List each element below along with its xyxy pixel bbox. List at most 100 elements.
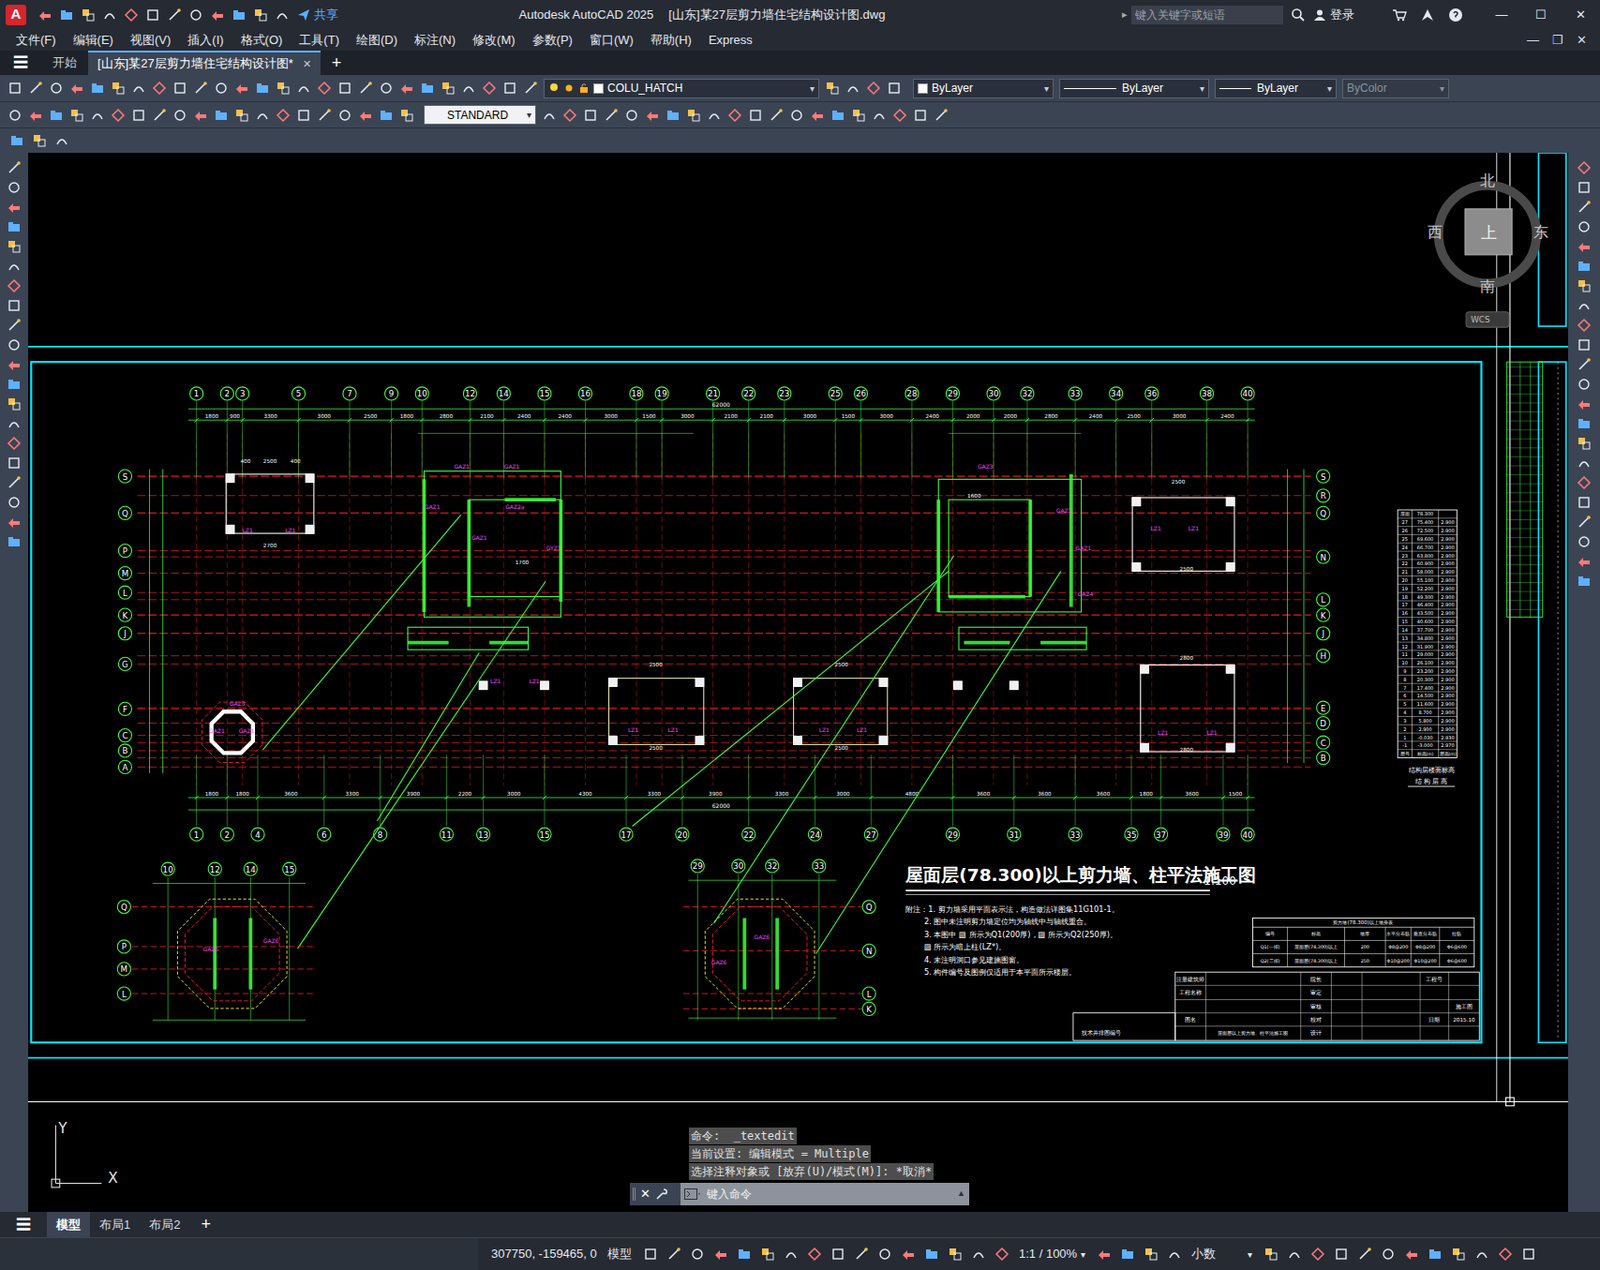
tool-icon[interactable] <box>131 107 147 123</box>
tool-icon[interactable] <box>337 107 353 123</box>
tool-icon[interactable] <box>69 107 85 123</box>
tool-icon[interactable] <box>1576 416 1592 432</box>
menu-item[interactable]: 插入(I) <box>179 30 232 50</box>
tool-icon[interactable] <box>971 1246 987 1262</box>
tool-icon[interactable] <box>110 80 126 96</box>
tool-icon[interactable] <box>6 396 22 412</box>
document-tab[interactable]: 开始 <box>41 50 89 75</box>
document-tab[interactable]: [山东]某27层剪力墙住宅结构设计图*✕ <box>88 50 321 75</box>
tool-icon[interactable] <box>275 80 291 96</box>
tool-icon[interactable] <box>6 298 22 314</box>
tool-icon[interactable] <box>1576 455 1592 471</box>
tool-icon[interactable] <box>89 107 105 123</box>
tool-icon[interactable] <box>358 80 374 96</box>
tool-icon[interactable] <box>912 107 928 123</box>
tool-icon[interactable] <box>6 376 22 392</box>
color-dropdown[interactable]: ByLayer▾ <box>912 78 1054 99</box>
tool-icon[interactable] <box>151 107 167 123</box>
tool-icon[interactable] <box>6 239 22 255</box>
tool-icon[interactable] <box>1096 1246 1112 1262</box>
tool-icon[interactable] <box>6 317 22 333</box>
tool-icon[interactable] <box>6 219 22 235</box>
tool-icon[interactable] <box>1404 1246 1420 1262</box>
tool-icon[interactable] <box>193 80 209 96</box>
tool-icon[interactable] <box>562 107 578 123</box>
autodesk-icon[interactable] <box>1420 7 1436 23</box>
tool-icon[interactable] <box>102 7 118 23</box>
tool-icon[interactable] <box>807 1246 823 1262</box>
tool-icon[interactable] <box>1576 160 1592 176</box>
close-button[interactable]: ✕ <box>640 1184 651 1204</box>
tool-icon[interactable] <box>296 107 312 123</box>
tool-icon[interactable] <box>747 107 763 123</box>
tool-icon[interactable] <box>481 80 497 96</box>
tool-icon[interactable] <box>188 7 204 23</box>
tool-icon[interactable] <box>523 80 539 96</box>
menu-item[interactable]: 格式(O) <box>232 30 292 50</box>
tool-icon[interactable] <box>254 107 270 123</box>
tool-icon[interactable] <box>706 107 722 123</box>
tool-icon[interactable] <box>54 133 70 149</box>
tool-icon[interactable] <box>1576 396 1592 412</box>
tool-icon[interactable] <box>1357 1246 1373 1262</box>
tool-icon[interactable] <box>1576 514 1592 530</box>
tool-icon[interactable] <box>853 1246 869 1262</box>
tool-icon[interactable] <box>1310 1246 1326 1262</box>
tool-icon[interactable] <box>624 107 640 123</box>
tool-icon[interactable] <box>213 107 229 123</box>
tool-icon[interactable] <box>1166 1246 1182 1262</box>
tool-icon[interactable] <box>6 337 22 353</box>
search-icon[interactable] <box>1290 7 1306 23</box>
window-control[interactable]: ✕ <box>1560 0 1600 30</box>
tool-icon[interactable] <box>1576 337 1592 353</box>
tool-icon[interactable] <box>296 80 312 96</box>
tool-icon[interactable] <box>1576 553 1592 569</box>
tool-icon[interactable] <box>933 107 949 123</box>
tool-icon[interactable] <box>1576 278 1592 294</box>
tool-icon[interactable] <box>9 133 25 149</box>
close-tab-button[interactable]: ✕ <box>302 56 312 73</box>
tool-icon[interactable] <box>48 80 64 96</box>
linetype-dropdown[interactable]: ByLayer▾ <box>1059 78 1210 99</box>
compass-ring[interactable] <box>1438 185 1538 285</box>
tool-icon[interactable] <box>502 80 518 96</box>
tool-icon[interactable] <box>644 107 660 123</box>
tool-icon[interactable] <box>830 107 846 123</box>
tool-icon[interactable] <box>6 278 22 294</box>
layout-menu-button[interactable]: ☰ <box>0 1211 47 1238</box>
tool-icon[interactable] <box>994 1246 1010 1262</box>
login-button[interactable]: 登录 <box>1313 5 1355 25</box>
command-field[interactable]: ▲ <box>680 1182 970 1206</box>
menu-item[interactable]: 参数(P) <box>523 30 582 50</box>
menu-button[interactable]: ☰ <box>0 50 42 75</box>
tool-icon[interactable] <box>254 80 270 96</box>
tool-icon[interactable] <box>809 107 825 123</box>
help-icon[interactable] <box>1448 7 1464 23</box>
menu-item[interactable]: 绘图(D) <box>347 30 406 50</box>
tool-icon[interactable] <box>172 80 188 96</box>
tool-icon[interactable] <box>1521 1246 1537 1262</box>
menu-item[interactable]: 视图(V) <box>121 30 180 50</box>
tool-icon[interactable] <box>316 80 332 96</box>
tool-icon[interactable] <box>69 80 85 96</box>
tool-icon[interactable] <box>830 1246 846 1262</box>
tool-icon[interactable] <box>209 7 225 23</box>
tool-icon[interactable] <box>6 179 22 195</box>
menu-item[interactable]: 标注(N) <box>405 30 464 50</box>
tool-icon[interactable] <box>1576 534 1592 550</box>
tool-icon[interactable] <box>6 494 22 510</box>
tool-icon[interactable] <box>871 107 887 123</box>
tool-icon[interactable] <box>1576 475 1592 491</box>
tool-icon[interactable] <box>768 107 784 123</box>
space-toggle[interactable]: 模型 <box>607 1244 632 1264</box>
tool-icon[interactable] <box>151 80 167 96</box>
tool-icon[interactable] <box>686 107 702 123</box>
layer-dropdown[interactable]: COLU_HATCH ▾ <box>543 78 820 99</box>
tool-icon[interactable] <box>1576 298 1592 314</box>
tool-icon[interactable] <box>6 514 22 530</box>
menu-item[interactable]: 文件(F) <box>7 30 65 50</box>
tool-icon[interactable] <box>231 7 247 23</box>
document-control[interactable]: ❐ <box>1552 30 1564 50</box>
tool-icon[interactable] <box>7 107 23 123</box>
tool-icon[interactable] <box>1474 1246 1490 1262</box>
